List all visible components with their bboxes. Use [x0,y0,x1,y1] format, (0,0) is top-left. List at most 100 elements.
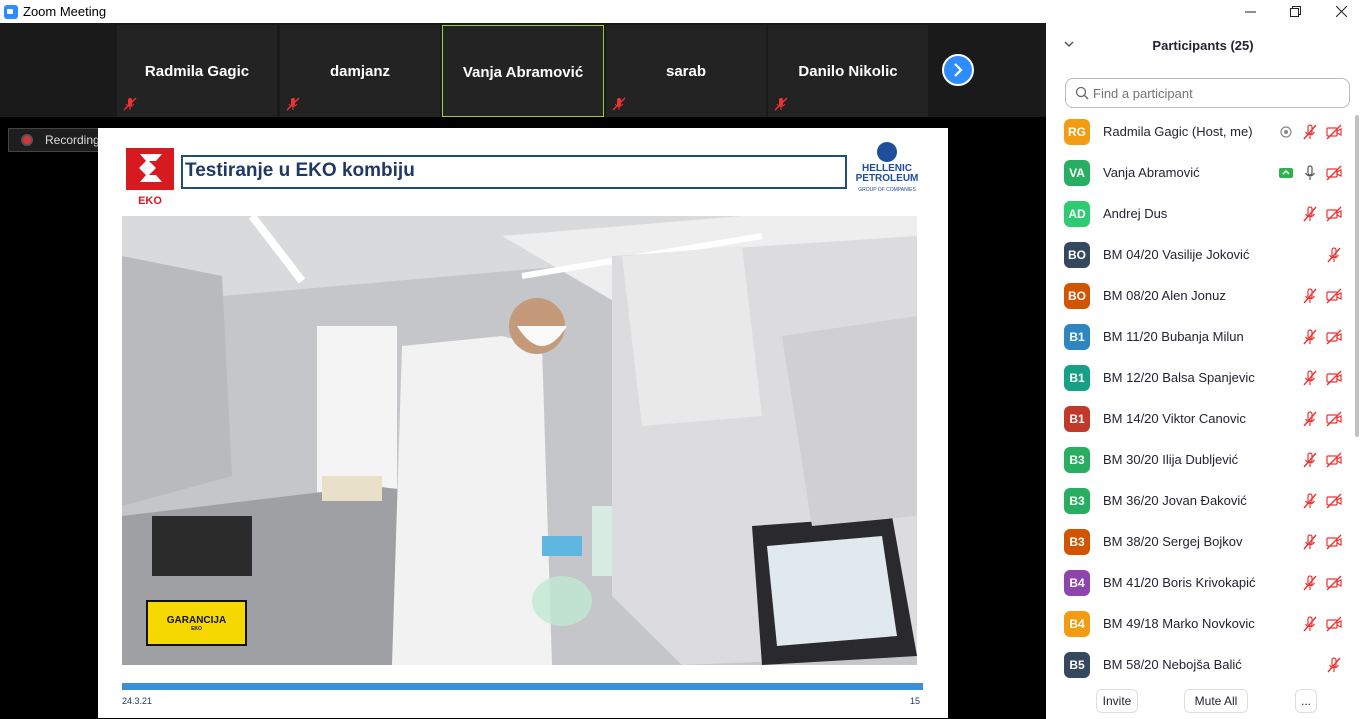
logo-text: GROUP OF COMPANIES [858,187,916,193]
avatar: B3 [1064,487,1090,514]
mic-muted-icon[interactable] [1302,287,1318,304]
participant-row[interactable]: B4 BM 49/18 Marko Novkovic [1046,603,1356,644]
mic-muted-icon[interactable] [1302,615,1318,632]
participant-row[interactable]: AD Andrej Dus [1046,193,1356,234]
slide-photo-lab-van [122,216,917,665]
avatar: B1 [1064,323,1090,350]
video-tile-active-speaker[interactable]: Vanja Abramović [442,25,604,117]
participant-row[interactable]: VA Vanja Abramović [1046,152,1356,193]
participant-row[interactable]: RG Radmila Gagic (Host, me) [1046,111,1356,152]
participant-list: RG Radmila Gagic (Host, me) VA Vanja Abramo… [1046,111,1360,681]
participant-row[interactable]: BO BM 04/20 Vasilije Joković [1046,234,1356,275]
slide-date: 24.3.21 [122,696,153,706]
mic-muted-icon[interactable] [1326,656,1342,673]
avatar: B3 [1064,528,1090,555]
participant-name: BM 38/20 Sergej Bojkov [1103,534,1243,549]
video-tile[interactable]: damjanz [280,25,440,117]
participant-row[interactable]: B1 BM 14/20 Viktor Canovic [1046,398,1356,439]
mic-muted-icon [286,97,300,111]
mic-icon[interactable] [1302,164,1318,181]
mic-muted-icon[interactable] [1302,123,1318,140]
participant-search[interactable] [1065,78,1350,108]
mute-all-button[interactable]: Mute All [1184,689,1248,713]
participant-name: sarab [665,63,707,80]
participant-row[interactable]: BO BM 08/20 Alen Jonuz [1046,275,1356,316]
avatar: VA [1064,159,1090,186]
search-icon [1075,86,1089,100]
close-icon[interactable] [1318,0,1360,23]
video-strip: Radmila Gagic damjanz Vanja Abramović sa… [0,23,1046,117]
participant-row[interactable]: B1 BM 11/20 Bubanja Milun [1046,316,1356,357]
recording-status-icon [1278,124,1294,140]
participant-row[interactable]: B3 BM 38/20 Sergej Bojkov [1046,521,1356,562]
video-off-icon[interactable] [1326,165,1342,181]
shared-screen-slide: EKO Testiranje u EKO kombiju HELLENIC PE… [98,128,948,718]
mic-muted-icon[interactable] [1302,574,1318,591]
eko-logo: EKO [126,148,174,206]
invite-button[interactable]: Invite [1096,689,1138,713]
mic-muted-icon[interactable] [1302,533,1318,550]
more-options-button[interactable]: ... [1295,689,1317,713]
participant-name: Radmila Gagic [144,63,250,80]
participant-name: Andrej Dus [1103,206,1168,221]
avatar: RG [1064,118,1090,145]
participant-row[interactable]: B1 BM 12/20 Balsa Spanjevic [1046,357,1356,398]
slide-title: Testiranje u EKO kombiju [181,155,847,189]
mic-muted-icon[interactable] [1302,451,1318,468]
participant-name: Vanja Abramović [1103,165,1200,180]
video-off-icon[interactable] [1326,616,1342,632]
participant-row[interactable]: B3 BM 30/20 Ilija Dubljević [1046,439,1356,480]
video-off-icon[interactable] [1326,288,1342,304]
participant-name: BM 11/20 Bubanja Milun [1103,329,1244,344]
avatar: B5 [1064,651,1090,678]
video-tile[interactable]: Radmila Gagic [117,25,277,117]
participants-panel: Participants (25) RG Radmila Gagic (Host,… [1046,23,1360,719]
video-off-icon[interactable] [1326,452,1342,468]
avatar: B3 [1064,446,1090,473]
minimize-icon[interactable] [1227,0,1273,23]
video-off-icon[interactable] [1326,493,1342,509]
video-off-icon[interactable] [1326,411,1342,427]
participant-name: damjanz [329,63,390,80]
participant-name: BM 30/20 Ilija Dubljević [1103,452,1239,467]
mic-muted-icon[interactable] [1302,492,1318,509]
mic-muted-icon [612,97,626,111]
mic-muted-icon[interactable] [1302,205,1318,222]
video-off-icon[interactable] [1326,370,1342,386]
avatar: B4 [1064,569,1090,596]
chevron-right-icon [954,63,963,77]
video-off-icon[interactable] [1326,329,1342,345]
screen-share-icon [1278,165,1294,181]
participant-name: BM 41/20 Boris Krivokapić [1103,575,1256,590]
participant-row[interactable]: B4 BM 41/20 Boris Krivokapić [1046,562,1356,603]
mic-muted-icon[interactable] [1302,328,1318,345]
window-title: Zoom Meeting [23,4,107,19]
mic-muted-icon [774,97,788,111]
video-tile[interactable]: sarab [606,25,766,117]
participant-name: BM 58/20 Nebojša Balić [1103,657,1242,672]
list-scrollbar[interactable] [1355,115,1359,437]
video-off-icon[interactable] [1326,124,1342,140]
participant-name: BM 36/20 Jovan Đaković [1103,493,1247,508]
mic-muted-icon[interactable] [1302,369,1318,386]
globe-icon [877,142,897,162]
restore-icon[interactable] [1272,0,1318,23]
participant-row[interactable]: B3 BM 36/20 Jovan Đaković [1046,480,1356,521]
participant-name: Vanja Abramović [462,64,584,81]
video-off-icon[interactable] [1326,575,1342,591]
meeting-area: Radmila Gagic damjanz Vanja Abramović sa… [0,23,1046,719]
mic-muted-icon[interactable] [1302,410,1318,427]
video-off-icon[interactable] [1326,534,1342,550]
avatar: AD [1064,200,1090,227]
record-dot-icon [21,134,33,146]
participant-row[interactable]: B5 BM 58/20 Nebojša Balić [1046,644,1356,681]
badge-text: GARANCIJA [164,614,229,626]
video-tile[interactable]: Danilo Nikolic [768,25,928,117]
participant-name: BM 49/18 Marko Novkovic [1103,616,1255,631]
participant-name: BM 12/20 Balsa Spanjevic [1103,370,1255,385]
mic-muted-icon[interactable] [1326,246,1342,263]
participant-name: BM 08/20 Alen Jonuz [1103,288,1226,303]
video-off-icon[interactable] [1326,206,1342,222]
search-input[interactable] [1093,85,1333,101]
next-page-button[interactable] [942,54,974,86]
